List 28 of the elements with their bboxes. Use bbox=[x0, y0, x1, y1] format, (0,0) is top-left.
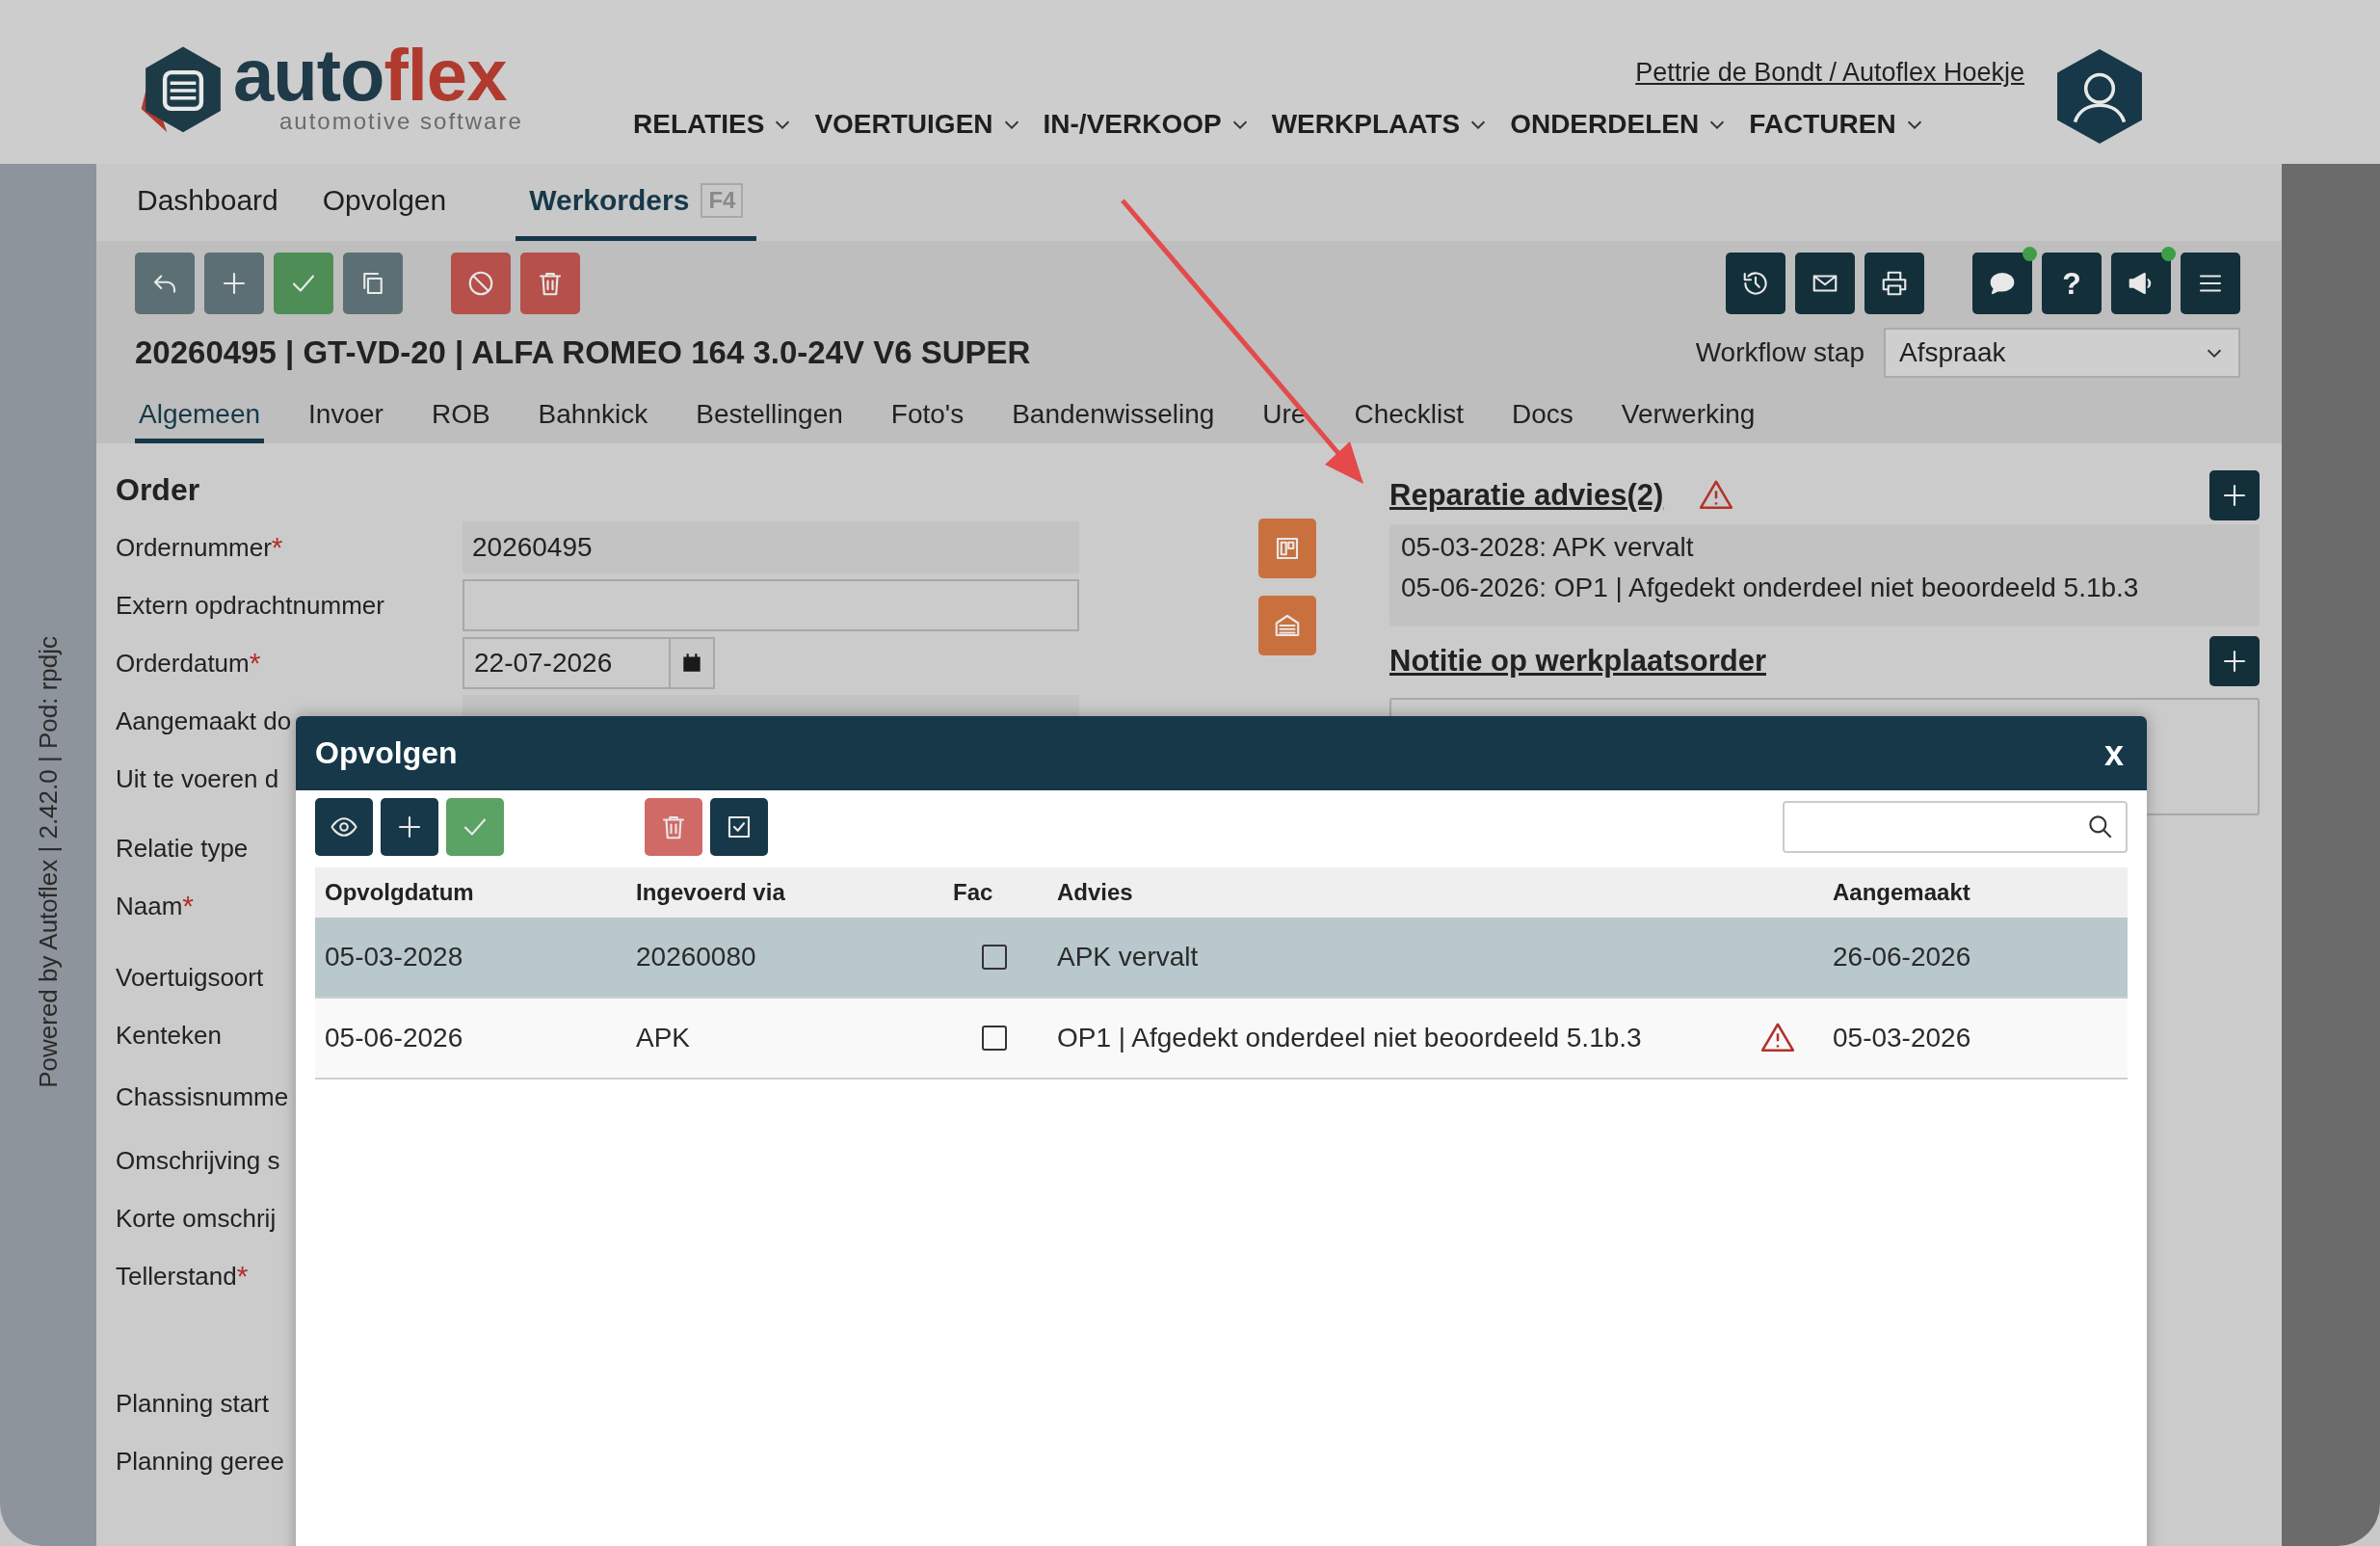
table-cell-text: APK bbox=[635, 1023, 692, 1053]
table-cell-text: APK vervalt bbox=[1056, 942, 1200, 973]
field-label: Korte omschrij bbox=[116, 1203, 277, 1234]
table-cell-text: OP1 | Afgedekt onderdeel niet beoordeeld 5.1b.3 bbox=[1056, 1023, 1643, 1053]
table-cell-text: 20260080 bbox=[635, 942, 757, 973]
workflow-label: Workflow stap bbox=[1695, 337, 1864, 368]
field-label: Uit te voeren d bbox=[116, 763, 279, 794]
field-label: Aangemaakt do bbox=[116, 706, 292, 736]
version-caption: Powered by Autoflex | 2.42.0 | Pod: rpdjc bbox=[33, 636, 64, 1088]
section-heading: Order bbox=[116, 470, 201, 509]
table-cell-text: 05-03-2028 bbox=[324, 942, 464, 973]
table-cell-text: 26-06-2026 bbox=[1832, 942, 1972, 973]
field-label: Planning start bbox=[116, 1388, 269, 1419]
field-label: Planning geree bbox=[116, 1446, 284, 1477]
field-label: Voertuigsoort bbox=[116, 962, 264, 993]
advice-line: 05-03-2028: APK vervalt bbox=[1401, 532, 1695, 563]
shortcut-badge: F4 bbox=[701, 182, 744, 218]
table-cell-text: 05-06-2026 bbox=[324, 1023, 464, 1053]
work-order-title: 20260495 | GT-VD-20 | ALFA ROMEO 164 3.0-24V V6 SUPER bbox=[135, 334, 1032, 371]
dialog-title: Opvolgen bbox=[315, 735, 458, 771]
field-label: Chassisnumme bbox=[116, 1081, 289, 1112]
field-label: Relatie type bbox=[116, 833, 249, 864]
table-cell-text: 05-03-2026 bbox=[1832, 1023, 1972, 1053]
field-label: Extern opdrachtnummer bbox=[116, 590, 384, 621]
advice-line: 05-06-2026: OP1 | Afgedekt onderdeel niet beoordeeld 5.1b.3 bbox=[1401, 573, 2140, 603]
field-label: Kenteken bbox=[116, 1020, 222, 1051]
readonly-field: 20260495 bbox=[463, 521, 1079, 573]
field-label: Omschrijving s bbox=[116, 1145, 280, 1176]
